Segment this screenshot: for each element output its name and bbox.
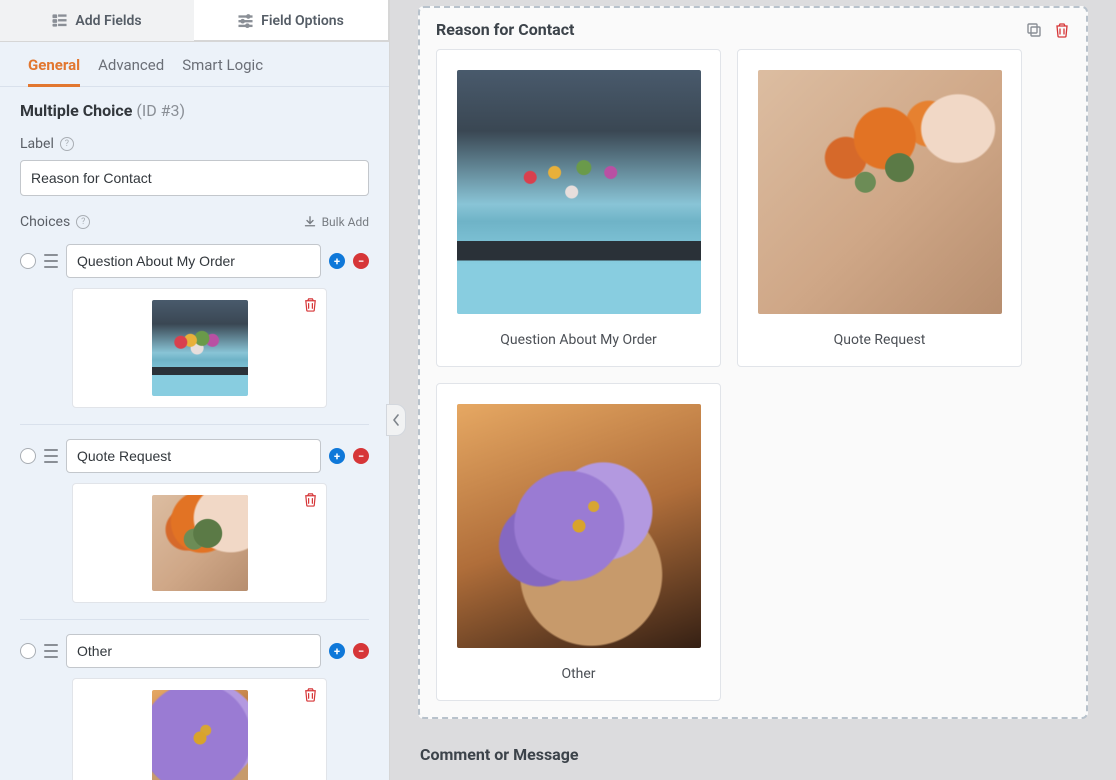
choice-text-input[interactable] xyxy=(66,244,321,278)
form-canvas: Reason for Contact Question About My Ord… xyxy=(390,0,1116,780)
choice-card[interactable]: Other xyxy=(436,383,721,701)
label-input[interactable] xyxy=(20,160,369,196)
choice-cards: Question About My Order Quote Request Ot… xyxy=(436,49,1070,701)
choice-default-radio[interactable] xyxy=(20,448,36,464)
panel-content: Multiple Choice (ID #3) Label ? Choices … xyxy=(0,87,389,780)
choice-image-preview[interactable] xyxy=(72,288,327,408)
tab-field-options[interactable]: Field Options xyxy=(194,0,389,42)
choice-row: + − xyxy=(20,439,369,473)
duplicate-icon[interactable] xyxy=(1026,22,1042,38)
choice-block: + − xyxy=(20,244,369,425)
top-tabs: Add Fields Field Options xyxy=(0,0,389,42)
choice-card[interactable]: Quote Request xyxy=(737,49,1022,367)
list-icon xyxy=(52,13,67,28)
remove-image-button[interactable] xyxy=(303,297,318,316)
choices-header: Choices ? Bulk Add xyxy=(20,214,369,230)
drag-handle-icon[interactable] xyxy=(44,644,58,658)
drag-handle-icon[interactable] xyxy=(44,449,58,463)
choice-card[interactable]: Question About My Order xyxy=(436,49,721,367)
trash-icon xyxy=(303,297,318,312)
choice-card-label: Question About My Order xyxy=(500,332,657,348)
bulk-add-label: Bulk Add xyxy=(322,215,369,229)
choice-image-thumb xyxy=(152,495,248,591)
choice-text-input[interactable] xyxy=(66,439,321,473)
remove-choice-button[interactable]: − xyxy=(353,253,369,269)
choice-row: + − xyxy=(20,244,369,278)
choice-separator xyxy=(20,424,369,425)
sliders-icon xyxy=(238,13,253,28)
remove-choice-button[interactable]: − xyxy=(353,448,369,464)
choice-image-preview[interactable] xyxy=(72,678,327,780)
trash-icon xyxy=(303,492,318,507)
sidebar: Add Fields Field Options General Advance… xyxy=(0,0,390,780)
help-icon[interactable]: ? xyxy=(76,215,90,229)
choice-card-label: Other xyxy=(561,666,595,682)
download-icon xyxy=(304,216,316,228)
sub-tabs: General Advanced Smart Logic xyxy=(0,42,389,87)
subtab-advanced[interactable]: Advanced xyxy=(98,56,164,86)
next-field-title: Comment or Message xyxy=(418,745,1088,770)
field-type-name: Multiple Choice xyxy=(20,101,132,120)
remove-choice-button[interactable]: − xyxy=(353,643,369,659)
field-preview[interactable]: Reason for Contact Question About My Ord… xyxy=(418,6,1088,719)
choice-text-input[interactable] xyxy=(66,634,321,668)
choice-block: + − xyxy=(20,439,369,620)
tab-add-fields-label: Add Fields xyxy=(75,13,141,29)
add-choice-button[interactable]: + xyxy=(329,448,345,464)
choices-label: Choices xyxy=(20,214,70,230)
choice-card-image xyxy=(758,70,1002,314)
chevron-left-icon xyxy=(392,414,400,426)
choice-card-image xyxy=(457,404,701,648)
field-preview-title: Reason for Contact xyxy=(436,20,574,39)
field-id: (ID #3) xyxy=(136,101,185,120)
choice-default-radio[interactable] xyxy=(20,643,36,659)
help-icon[interactable]: ? xyxy=(60,137,74,151)
remove-image-button[interactable] xyxy=(303,492,318,511)
bulk-add-link[interactable]: Bulk Add xyxy=(304,215,369,229)
label-row: Label ? xyxy=(20,136,369,152)
subtab-smart-logic[interactable]: Smart Logic xyxy=(182,56,263,86)
choice-separator xyxy=(20,619,369,620)
tab-field-options-label: Field Options xyxy=(261,13,344,29)
choice-image-preview[interactable] xyxy=(72,483,327,603)
choice-block: + − xyxy=(20,634,369,780)
collapse-sidebar-button[interactable] xyxy=(386,404,406,436)
field-type-heading: Multiple Choice (ID #3) xyxy=(20,101,369,120)
choice-default-radio[interactable] xyxy=(20,253,36,269)
choice-card-image xyxy=(457,70,701,314)
tab-add-fields[interactable]: Add Fields xyxy=(0,0,194,42)
choices-label-wrap: Choices ? xyxy=(20,214,90,230)
add-choice-button[interactable]: + xyxy=(329,643,345,659)
choice-card-label: Quote Request xyxy=(834,332,926,348)
trash-icon xyxy=(303,687,318,702)
trash-icon[interactable] xyxy=(1054,22,1070,38)
field-preview-header: Reason for Contact xyxy=(436,20,1070,39)
choice-image-thumb xyxy=(152,300,248,396)
remove-image-button[interactable] xyxy=(303,687,318,706)
subtab-general[interactable]: General xyxy=(28,56,80,87)
choice-row: + − xyxy=(20,634,369,668)
field-preview-actions xyxy=(1026,22,1070,38)
drag-handle-icon[interactable] xyxy=(44,254,58,268)
label-text: Label xyxy=(20,136,54,152)
choice-image-thumb xyxy=(152,690,248,780)
add-choice-button[interactable]: + xyxy=(329,253,345,269)
